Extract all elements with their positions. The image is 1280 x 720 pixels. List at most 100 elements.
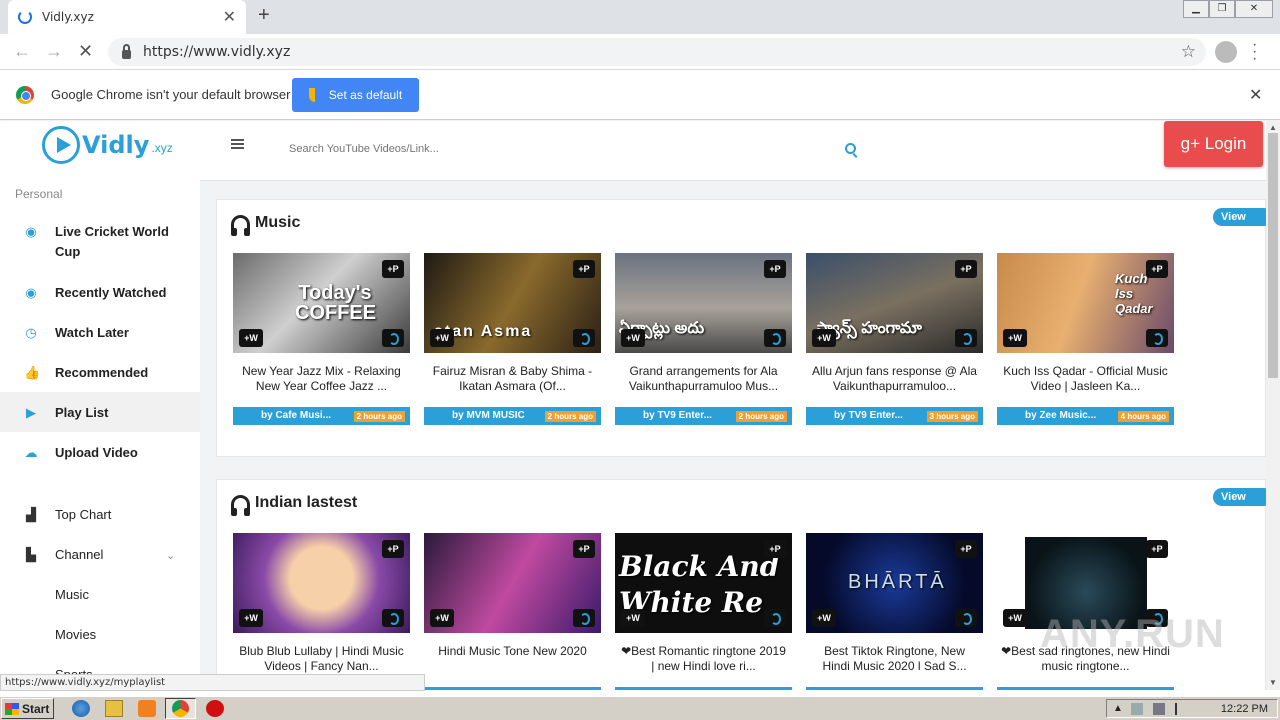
- video-thumbnail[interactable]: BHĀRTĀ +P +W: [806, 533, 983, 633]
- add-watch-badge[interactable]: +W: [621, 609, 645, 627]
- sidebar-item-recommended[interactable]: 👍 Recommended: [0, 365, 200, 380]
- add-playlist-badge[interactable]: +P: [764, 540, 786, 558]
- add-watch-badge[interactable]: +W: [1003, 329, 1027, 347]
- video-card[interactable]: Today's COFFEE +P +W New Year Jazz Mix -…: [233, 253, 410, 425]
- internet-explorer-icon[interactable]: [72, 700, 90, 717]
- video-thumbnail[interactable]: +P +W: [424, 533, 601, 633]
- sidebar-item-play-list[interactable]: ▶ Play List: [0, 392, 200, 432]
- video-thumbnail[interactable]: Today's COFFEE +P +W: [233, 253, 410, 353]
- scroll-thumb[interactable]: [1268, 133, 1278, 378]
- video-thumbnail[interactable]: +P +W: [233, 533, 410, 633]
- new-tab-button[interactable]: +: [258, 4, 270, 27]
- add-playlist-badge[interactable]: +P: [573, 540, 595, 558]
- page-scrollbar[interactable]: ▲ ▼: [1266, 121, 1280, 690]
- address-bar[interactable]: https://www.vidly.xyz ☆: [108, 38, 1206, 66]
- sidebar-item-top-chart[interactable]: ▟ Top Chart: [0, 507, 200, 522]
- add-playlist-badge[interactable]: +P: [764, 260, 786, 278]
- folder-icon[interactable]: [105, 700, 123, 717]
- bookmark-star-icon[interactable]: ☆: [1181, 42, 1196, 62]
- google-login-button[interactable]: g+ Login: [1164, 121, 1263, 167]
- add-playlist-badge[interactable]: +P: [955, 540, 977, 558]
- video-title[interactable]: Grand arrangements for Ala Vaikunthapurr…: [615, 364, 792, 394]
- channel-name[interactable]: by TV9 Enter...: [834, 410, 903, 421]
- add-playlist-badge[interactable]: +P: [955, 260, 977, 278]
- video-thumbnail[interactable]: atan Asma +P +W: [424, 253, 601, 353]
- stop-button[interactable]: ✕: [78, 41, 93, 62]
- video-title[interactable]: Fairuz Misran & Baby Shima - Ikatan Asma…: [424, 364, 601, 394]
- stop-sign-icon[interactable]: [206, 700, 224, 717]
- view-more-button[interactable]: View More: [1213, 488, 1266, 506]
- close-window-button[interactable]: ✕: [1235, 0, 1273, 18]
- channel-name[interactable]: by Cafe Musi...: [261, 410, 331, 421]
- scroll-down-arrow-icon[interactable]: ▼: [1269, 678, 1277, 687]
- video-title[interactable]: Kuch Iss Qadar - Official Music Video | …: [997, 364, 1174, 394]
- video-card[interactable]: +P +W Hindi Music Tone New 2020: [424, 533, 601, 690]
- video-title[interactable]: New Year Jazz Mix - Relaxing New Year Co…: [233, 364, 410, 394]
- video-thumbnail[interactable]: Black And White Re +P +W: [615, 533, 792, 633]
- add-playlist-badge[interactable]: +P: [1146, 540, 1168, 558]
- search-icon[interactable]: [845, 143, 856, 154]
- channel-name[interactable]: by Zee Music...: [1025, 410, 1096, 421]
- add-watch-badge[interactable]: +W: [239, 329, 263, 347]
- site-logo[interactable]: Vidly .xyz: [42, 126, 173, 164]
- video-card[interactable]: Black And White Re +P +W ❤Best Romantic …: [615, 533, 792, 690]
- profile-avatar[interactable]: [1215, 41, 1237, 63]
- back-button[interactable]: ←: [13, 41, 31, 62]
- add-playlist-badge[interactable]: +P: [382, 540, 404, 558]
- video-card[interactable]: atan Asma +P +W Fairuz Misran & Baby Shi…: [424, 253, 601, 425]
- video-thumbnail[interactable]: Kuch Iss Qadar +P +W: [997, 253, 1174, 353]
- video-title[interactable]: Hindi Music Tone New 2020: [424, 644, 601, 674]
- sidebar-sub-music[interactable]: Music: [55, 587, 89, 602]
- add-playlist-badge[interactable]: +P: [1146, 260, 1168, 278]
- add-watch-badge[interactable]: +W: [430, 329, 454, 347]
- video-title[interactable]: Allu Arjun fans response @ Ala Vaikuntha…: [806, 364, 983, 394]
- sidebar-item-live-cricket[interactable]: ◉ Live Cricket World Cup: [0, 224, 200, 262]
- video-card[interactable]: +P +W Blub Blub Lullaby | Hindi Music Vi…: [233, 533, 410, 690]
- search-input[interactable]: [289, 143, 759, 155]
- add-watch-badge[interactable]: +W: [812, 609, 836, 627]
- tab-close-icon[interactable]: ✕: [223, 7, 236, 27]
- volume-icon[interactable]: [1153, 703, 1165, 715]
- add-watch-badge[interactable]: +W: [621, 329, 645, 347]
- video-title[interactable]: Blub Blub Lullaby | Hindi Music Videos |…: [233, 644, 410, 674]
- video-title[interactable]: Best Tiktok Ringtone, New Hindi Music 20…: [806, 644, 983, 674]
- forward-button[interactable]: →: [45, 41, 63, 62]
- view-more-button[interactable]: View More: [1213, 208, 1266, 226]
- network-icon[interactable]: [1131, 703, 1143, 715]
- channel-name[interactable]: by TV9 Enter...: [643, 410, 712, 421]
- add-playlist-badge[interactable]: +P: [573, 260, 595, 278]
- video-thumbnail[interactable]: ఏర్పాట్లు అదు +P +W: [615, 253, 792, 353]
- sidebar-sub-movies[interactable]: Movies: [55, 627, 96, 642]
- infobar-close-icon[interactable]: ✕: [1249, 85, 1262, 105]
- minimize-button[interactable]: ▁: [1183, 0, 1209, 18]
- add-watch-badge[interactable]: +W: [430, 609, 454, 627]
- video-card[interactable]: ఏర్పాట్లు అదు +P +W Grand arrangements f…: [615, 253, 792, 425]
- video-thumbnail[interactable]: ఫ్యాన్స్ హంగామా +P +W: [806, 253, 983, 353]
- channel-name[interactable]: by MVM MUSIC: [452, 410, 525, 421]
- chevron-down-icon[interactable]: ⌄: [166, 549, 175, 562]
- browser-menu-icon[interactable]: · · ·: [1252, 37, 1257, 67]
- scroll-up-arrow-icon[interactable]: ▲: [1269, 123, 1277, 132]
- tray-expand-icon[interactable]: ▲: [1113, 703, 1125, 715]
- sidebar-item-upload-video[interactable]: ☁ Upload Video: [0, 445, 200, 460]
- add-watch-badge[interactable]: +W: [812, 329, 836, 347]
- start-button[interactable]: Start: [1, 698, 54, 719]
- sidebar-item-watch-later[interactable]: ◷ Watch Later: [0, 325, 200, 340]
- add-playlist-badge[interactable]: +P: [382, 260, 404, 278]
- add-watch-badge[interactable]: +W: [1003, 609, 1027, 627]
- video-title[interactable]: ❤Best Romantic ringtone 2019 | new Hindi…: [615, 644, 792, 674]
- chrome-taskbar-button[interactable]: [165, 698, 196, 719]
- sidebar-item-recently-watched[interactable]: ◉ Recently Watched: [0, 285, 200, 300]
- video-card[interactable]: Kuch Iss Qadar +P +W Kuch Iss Qadar - Of…: [997, 253, 1174, 425]
- video-card[interactable]: BHĀRTĀ +P +W Best Tiktok Ringtone, New H…: [806, 533, 983, 690]
- set-as-default-button[interactable]: Set as default: [292, 78, 419, 112]
- flag-icon[interactable]: [1175, 703, 1187, 715]
- restore-button[interactable]: ❐: [1209, 0, 1235, 18]
- url-text[interactable]: https://www.vidly.xyz: [143, 44, 1181, 60]
- add-watch-badge[interactable]: +W: [239, 609, 263, 627]
- media-player-icon[interactable]: [138, 700, 156, 717]
- hamburger-menu-icon[interactable]: [231, 139, 244, 151]
- browser-tab[interactable]: Vidly.xyz ✕: [8, 0, 246, 34]
- clock[interactable]: 12:22 PM: [1221, 703, 1268, 715]
- video-card[interactable]: ఫ్యాన్స్ హంగామా +P +W Allu Arjun fans re…: [806, 253, 983, 425]
